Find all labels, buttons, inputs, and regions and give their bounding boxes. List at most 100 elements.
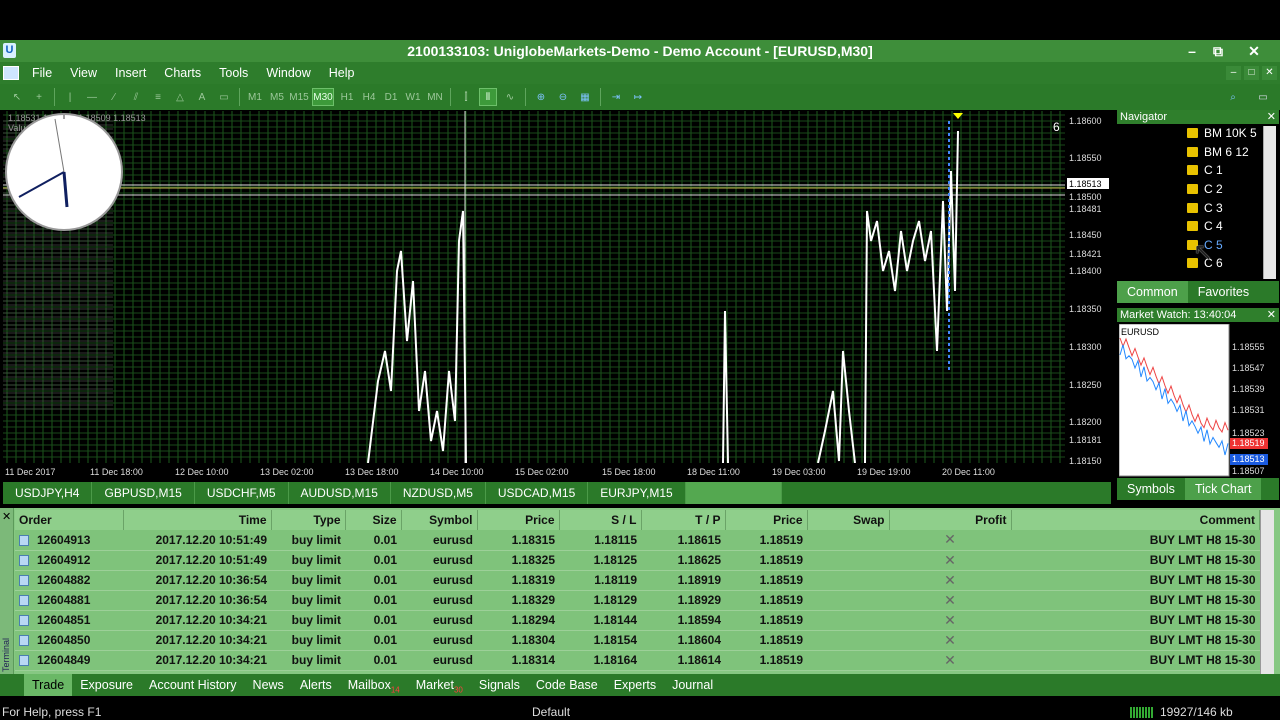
child-minimize-icon[interactable]: – bbox=[1226, 66, 1241, 80]
navigator-item[interactable]: BM 6 12 bbox=[1117, 143, 1279, 162]
child-close-icon[interactable]: ✕ bbox=[1262, 66, 1277, 80]
timeframe-d1[interactable]: D1 bbox=[382, 88, 400, 106]
menu-window[interactable]: Window bbox=[257, 62, 319, 84]
col-profit[interactable]: Profit bbox=[889, 510, 1012, 530]
tab-alerts[interactable]: Alerts bbox=[292, 674, 340, 696]
col-order[interactable]: Order bbox=[15, 510, 124, 530]
label-icon[interactable]: ▭ bbox=[215, 88, 233, 106]
col-comment[interactable]: Comment bbox=[1011, 510, 1260, 530]
symbol-tab-audusd[interactable]: AUDUSD,M15 bbox=[289, 482, 391, 504]
tab-common[interactable]: Common bbox=[1117, 281, 1188, 303]
delete-order-icon[interactable]: ✕ bbox=[944, 592, 956, 608]
symbol-tab-nzdusd[interactable]: NZDUSD,M5 bbox=[391, 482, 486, 504]
tile-windows-icon[interactable]: ▦ bbox=[576, 88, 594, 106]
col-type[interactable]: Type bbox=[271, 510, 346, 530]
tab-code-base[interactable]: Code Base bbox=[528, 674, 606, 696]
auto-scroll-icon[interactable]: ⇥ bbox=[607, 88, 625, 106]
delete-order-icon[interactable]: ✕ bbox=[944, 572, 956, 588]
navigator-item[interactable]: C 2 bbox=[1117, 180, 1279, 199]
zoom-out-icon[interactable]: ⊖ bbox=[554, 88, 572, 106]
timeframe-m15[interactable]: M15 bbox=[289, 88, 308, 106]
zoom-in-icon[interactable]: ⊕ bbox=[532, 88, 550, 106]
trendline-icon[interactable]: ∕ bbox=[105, 88, 123, 106]
tab-experts[interactable]: Experts bbox=[606, 674, 664, 696]
vertical-line-icon[interactable]: | bbox=[61, 88, 79, 106]
tab-tick-chart[interactable]: Tick Chart bbox=[1184, 478, 1262, 500]
candlestick-icon[interactable]: ⫴ bbox=[479, 88, 497, 106]
line-chart-icon[interactable]: ∿ bbox=[501, 88, 519, 106]
symbol-tab-usdcad[interactable]: USDCAD,M15 bbox=[486, 482, 589, 504]
child-restore-icon[interactable]: □ bbox=[1244, 66, 1259, 80]
tab-journal[interactable]: Journal bbox=[664, 674, 721, 696]
maximize-icon[interactable]: ⧉ bbox=[1204, 40, 1232, 62]
tab-trade[interactable]: Trade bbox=[24, 674, 73, 696]
chart-shift-icon[interactable]: ↦ bbox=[629, 88, 647, 106]
col-current-price[interactable]: Price bbox=[725, 510, 808, 530]
table-row[interactable]: 12604882 2017.12.20 10:36:54 buy limit 0.01… bbox=[15, 570, 1260, 591]
navigator-item[interactable]: C 3 bbox=[1117, 198, 1279, 217]
symbol-tab-gbpusd[interactable]: GBPUSD,M15 bbox=[92, 482, 195, 504]
search-icon[interactable]: ⌕ bbox=[1224, 88, 1242, 106]
menu-charts[interactable]: Charts bbox=[155, 62, 210, 84]
price-chart[interactable]: 1.18600 1.18550 1.18513 1.18500 1.18481 1.184… bbox=[3, 111, 1111, 479]
timeframe-m5[interactable]: M5 bbox=[268, 88, 286, 106]
timeframe-w1[interactable]: W1 bbox=[404, 88, 422, 106]
bar-chart-icon[interactable]: ⫿ bbox=[457, 88, 475, 106]
table-row[interactable]: 12604881 2017.12.20 10:36:54 buy limit 0.01… bbox=[15, 590, 1260, 611]
navigator-item[interactable]: C 1 bbox=[1117, 161, 1279, 180]
col-price[interactable]: Price bbox=[477, 510, 560, 530]
table-row[interactable]: 12604849 2017.12.20 10:34:21 buy limit 0.01… bbox=[15, 650, 1260, 671]
tab-signals[interactable]: Signals bbox=[471, 674, 528, 696]
cursor-icon[interactable]: ↖ bbox=[8, 88, 26, 106]
delete-order-icon[interactable]: ✕ bbox=[944, 632, 956, 648]
navigator-close-icon[interactable]: ✕ bbox=[1267, 110, 1276, 124]
market-watch-close-icon[interactable]: ✕ bbox=[1267, 308, 1276, 322]
navigator-item[interactable]: BM 10K 5 bbox=[1117, 124, 1279, 143]
menu-view[interactable]: View bbox=[61, 62, 106, 84]
col-swap[interactable]: Swap bbox=[807, 510, 890, 530]
status-profile[interactable]: Default bbox=[532, 705, 570, 719]
delete-order-icon[interactable]: ✕ bbox=[944, 531, 956, 547]
delete-order-icon[interactable]: ✕ bbox=[944, 612, 956, 628]
navigator-scrollbar[interactable] bbox=[1263, 126, 1276, 279]
tab-news[interactable]: News bbox=[245, 674, 292, 696]
tab-market[interactable]: Market30 bbox=[408, 674, 471, 696]
tab-mailbox[interactable]: Mailbox14 bbox=[340, 674, 408, 696]
shapes-icon[interactable]: △ bbox=[171, 88, 189, 106]
close-icon[interactable]: ✕ bbox=[1240, 40, 1268, 62]
table-row[interactable]: 12604850 2017.12.20 10:34:21 buy limit 0.01… bbox=[15, 630, 1260, 651]
symbol-tab-eurusd-active[interactable] bbox=[685, 482, 782, 504]
col-symbol[interactable]: Symbol bbox=[401, 510, 478, 530]
table-row[interactable]: 12604912 2017.12.20 10:51:49 buy limit 0.01… bbox=[15, 550, 1260, 571]
timeframe-m1[interactable]: M1 bbox=[246, 88, 264, 106]
terminal-close-icon[interactable]: ✕ bbox=[2, 510, 11, 523]
fibonacci-icon[interactable]: ≡ bbox=[149, 88, 167, 106]
delete-order-icon[interactable]: ✕ bbox=[944, 552, 956, 568]
channel-icon[interactable]: ⫽ bbox=[127, 88, 145, 106]
navigator-item[interactable]: C 4 bbox=[1117, 217, 1279, 236]
table-row[interactable]: 12604851 2017.12.20 10:34:21 buy limit 0.01… bbox=[15, 610, 1260, 631]
menu-file[interactable]: File bbox=[23, 62, 61, 84]
symbol-tab-usdchf[interactable]: USDCHF,M5 bbox=[195, 482, 289, 504]
terminal-scrollbar[interactable] bbox=[1260, 510, 1274, 674]
tab-symbols[interactable]: Symbols bbox=[1117, 478, 1185, 500]
menu-help[interactable]: Help bbox=[320, 62, 364, 84]
symbol-tab-eurjpy[interactable]: EURJPY,M15 bbox=[588, 482, 686, 504]
horizontal-line-icon[interactable]: — bbox=[83, 88, 101, 106]
menu-insert[interactable]: Insert bbox=[106, 62, 155, 84]
timeframe-h4[interactable]: H4 bbox=[360, 88, 378, 106]
symbol-tab-usdjpy[interactable]: USDJPY,H4 bbox=[3, 482, 93, 504]
tab-exposure[interactable]: Exposure bbox=[72, 674, 141, 696]
chat-icon[interactable]: ▭ bbox=[1254, 88, 1272, 106]
crosshair-icon[interactable]: + bbox=[30, 88, 48, 106]
menu-tools[interactable]: Tools bbox=[210, 62, 257, 84]
table-row[interactable]: 12604913 2017.12.20 10:51:49 buy limit 0.01… bbox=[15, 530, 1260, 551]
delete-order-icon[interactable]: ✕ bbox=[944, 652, 956, 668]
col-sl[interactable]: S / L bbox=[559, 510, 642, 530]
timeframe-h1[interactable]: H1 bbox=[338, 88, 356, 106]
col-time[interactable]: Time bbox=[123, 510, 272, 530]
timeframe-mn[interactable]: MN bbox=[426, 88, 444, 106]
col-tp[interactable]: T / P bbox=[641, 510, 726, 530]
minimize-icon[interactable]: – bbox=[1178, 40, 1206, 62]
timeframe-m30[interactable]: M30 bbox=[312, 88, 334, 106]
